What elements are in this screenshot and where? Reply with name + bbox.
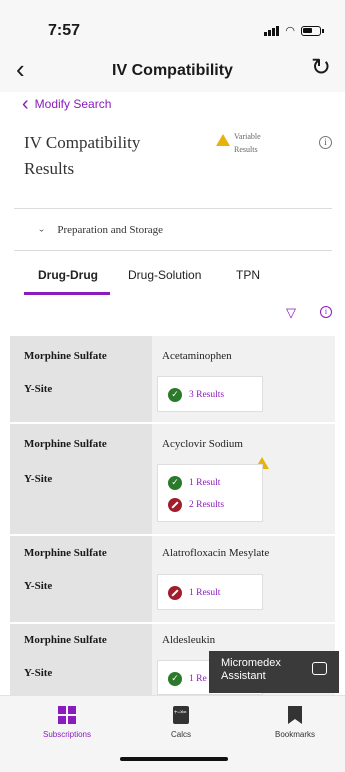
route-label: Y-Site [24,667,53,679]
chevron-left-icon: ‹ [22,93,29,115]
row-drug-cell [10,336,152,422]
status-time: 7:57 [48,22,81,39]
compatible-check-icon: ✓ [168,476,182,490]
bottom-tab-bar: Subscriptions Calcs Bookmarks [0,695,345,772]
divider [14,250,332,251]
grid-icon [58,706,76,724]
variable-results-legend: Variable Results [216,130,280,156]
page-title: IV Compatibility [112,62,233,79]
results-title: IV Compatibility Results [24,133,141,178]
compatible-check-icon: ✓ [168,672,182,686]
tab-bookmarks[interactable]: Bookmarks [250,706,340,739]
status-icons: ◠ [264,24,324,37]
variable-results-label: Variable Results [234,132,261,154]
warning-icon [216,134,230,146]
drug-name: Morphine Sulfate [24,438,107,450]
results-box[interactable]: ✓ 1 Result 2 Results [157,464,263,522]
calculator-icon [173,706,189,724]
preparation-storage-toggle[interactable]: › Preparation and Storage [36,224,164,236]
navigation-bar: ‹ IV Compatibility ↻ [0,46,345,92]
partner-drug: Alatrofloxacin Mesylate [162,547,270,559]
partner-drug: Acetaminophen [162,350,232,362]
incompatible-icon [168,586,182,600]
table-row[interactable]: Morphine Sulfate Y-Site Acyclovir Sodium… [10,424,335,534]
info-icon[interactable]: i [319,136,332,149]
partner-drug: Acyclovir Sodium [162,438,243,450]
chevron-down-icon: › [36,228,48,232]
wifi-icon: ◠ [285,24,295,37]
result-count: 1 Result [189,478,221,488]
results-box[interactable]: ✓ 3 Results [157,376,263,412]
result-count: 1 Result [189,588,221,598]
drug-name: Morphine Sulfate [24,350,107,362]
status-bar: 7:57 ◠ [0,0,345,46]
tab-label: Subscriptions [42,730,92,739]
tab-calcs[interactable]: Calcs [136,706,226,739]
tab-drug-drug[interactable]: Drug-Drug [38,268,98,282]
result-count: 2 Results [189,500,225,510]
bookmark-icon [288,706,302,724]
result-count: 1 Re [189,674,207,684]
result-compatible[interactable]: ✓ 3 Results [168,388,224,402]
result-compatible[interactable]: ✓ 1 Re [168,672,207,686]
tab-drug-solution[interactable]: Drug-Solution [128,268,201,282]
refresh-icon[interactable]: ↻ [311,56,331,80]
result-compatible[interactable]: ✓ 1 Result [168,476,220,490]
result-incompatible[interactable]: 1 Result [168,586,220,600]
tab-label: Calcs [170,730,191,739]
route-label: Y-Site [24,383,53,395]
micromedex-assistant-button[interactable]: Micromedex Assistant [209,651,339,693]
chat-icon [312,662,327,675]
result-incompatible[interactable]: 2 Results [168,498,224,512]
route-label: Y-Site [24,580,53,592]
route-label: Y-Site [24,473,53,485]
results-box[interactable]: 1 Result [157,574,263,610]
tab-subscriptions[interactable]: Subscriptions [22,706,112,739]
divider [14,208,332,209]
filter-icon[interactable]: ▽ [286,305,296,321]
partner-drug: Aldesleukin [162,634,216,646]
tab-tpn[interactable]: TPN [236,268,260,282]
home-indicator [120,757,228,761]
signal-icon [264,25,280,36]
drug-name: Morphine Sulfate [24,547,107,559]
active-tab-indicator [24,292,110,295]
modify-search-label: Modify Search [34,97,112,111]
preparation-storage-label: Preparation and Storage [57,224,164,236]
drug-name: Morphine Sulfate [24,634,107,646]
incompatible-icon [168,498,182,512]
compatible-check-icon: ✓ [168,388,182,402]
info-icon[interactable]: i [320,306,332,318]
table-row[interactable]: Morphine Sulfate Y-Site Alatrofloxacin M… [10,536,335,622]
tab-label: Bookmarks [274,730,315,739]
modify-search-link[interactable]: ‹ Modify Search [22,93,112,115]
table-row[interactable]: Morphine Sulfate Y-Site Acetaminophen ✓ … [10,336,335,422]
battery-icon [301,25,324,36]
result-count: 3 Results [189,390,225,400]
